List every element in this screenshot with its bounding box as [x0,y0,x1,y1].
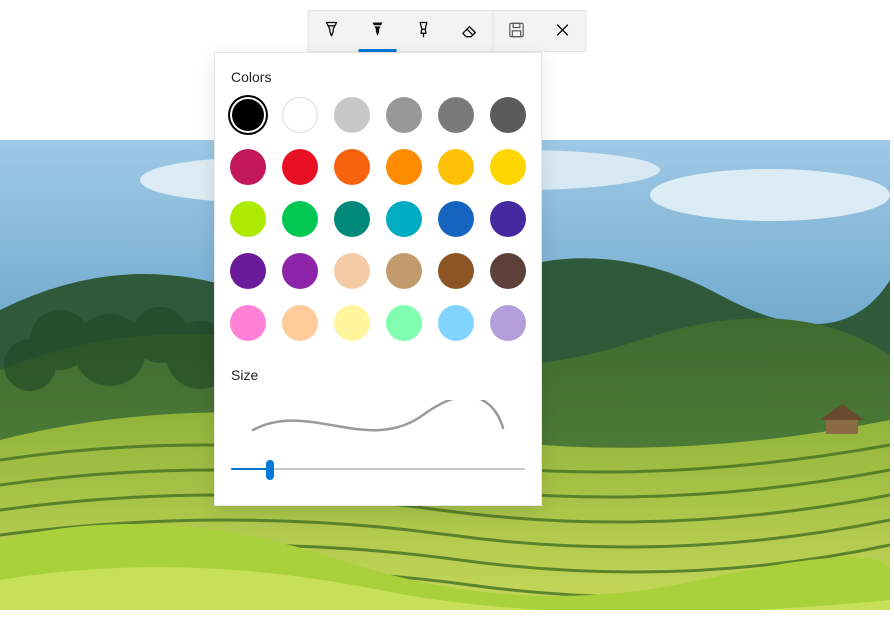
color-swatch-indigo[interactable] [490,201,526,237]
eraser-tool-button[interactable] [447,11,493,51]
color-swatch-red[interactable] [282,149,318,185]
ballpoint-pen-icon [322,20,342,43]
color-swatch-dark-gray[interactable] [490,97,526,133]
close-icon [553,20,573,43]
highlighter-icon [414,20,434,43]
size-preview-wave [231,397,525,443]
color-swatch-violet[interactable] [282,253,318,289]
color-swatch-brown[interactable] [438,253,474,289]
color-swatch-lime[interactable] [230,201,266,237]
slider-fill [231,468,270,470]
color-swatch-dark-brown[interactable] [490,253,526,289]
slider-track [231,468,525,470]
color-swatch-pale-yellow[interactable] [334,305,370,341]
color-swatch-black[interactable] [230,97,266,133]
color-swatch-magenta-dark[interactable] [230,149,266,185]
color-swatch-yellow[interactable] [490,149,526,185]
annotation-toolbar [308,10,587,52]
pencil-icon [368,20,388,43]
color-swatch-gray[interactable] [386,97,422,133]
color-swatch-light-gray[interactable] [334,97,370,133]
color-swatch-purple[interactable] [230,253,266,289]
color-swatch-skin[interactable] [334,253,370,289]
color-swatch-green[interactable] [282,201,318,237]
save-icon [507,20,527,43]
pen-settings-panel: Colors Size [214,52,542,506]
pencil-tool-button[interactable] [355,11,401,51]
color-swatch-dim-gray[interactable] [438,97,474,133]
color-swatch-blue[interactable] [438,201,474,237]
color-swatch-pink-light[interactable] [230,305,266,341]
color-swatch-amber[interactable] [386,149,422,185]
save-button[interactable] [494,11,540,51]
color-swatch-tan[interactable] [386,253,422,289]
color-swatch-cyan[interactable] [386,201,422,237]
slider-thumb[interactable] [266,460,274,480]
color-swatch-grid [215,93,541,353]
color-swatch-white[interactable] [282,97,318,133]
ballpoint-pen-tool-button[interactable] [309,11,355,51]
color-swatch-teal[interactable] [334,201,370,237]
color-swatch-peach[interactable] [282,305,318,341]
size-slider[interactable] [231,455,525,483]
color-swatch-orange[interactable] [334,149,370,185]
color-swatch-sky[interactable] [438,305,474,341]
color-swatch-lavender[interactable] [490,305,526,341]
size-heading: Size [231,363,525,391]
eraser-icon [460,20,480,43]
close-button[interactable] [540,11,586,51]
highlighter-tool-button[interactable] [401,11,447,51]
color-swatch-gold[interactable] [438,149,474,185]
color-swatch-mint[interactable] [386,305,422,341]
colors-heading: Colors [215,65,541,93]
